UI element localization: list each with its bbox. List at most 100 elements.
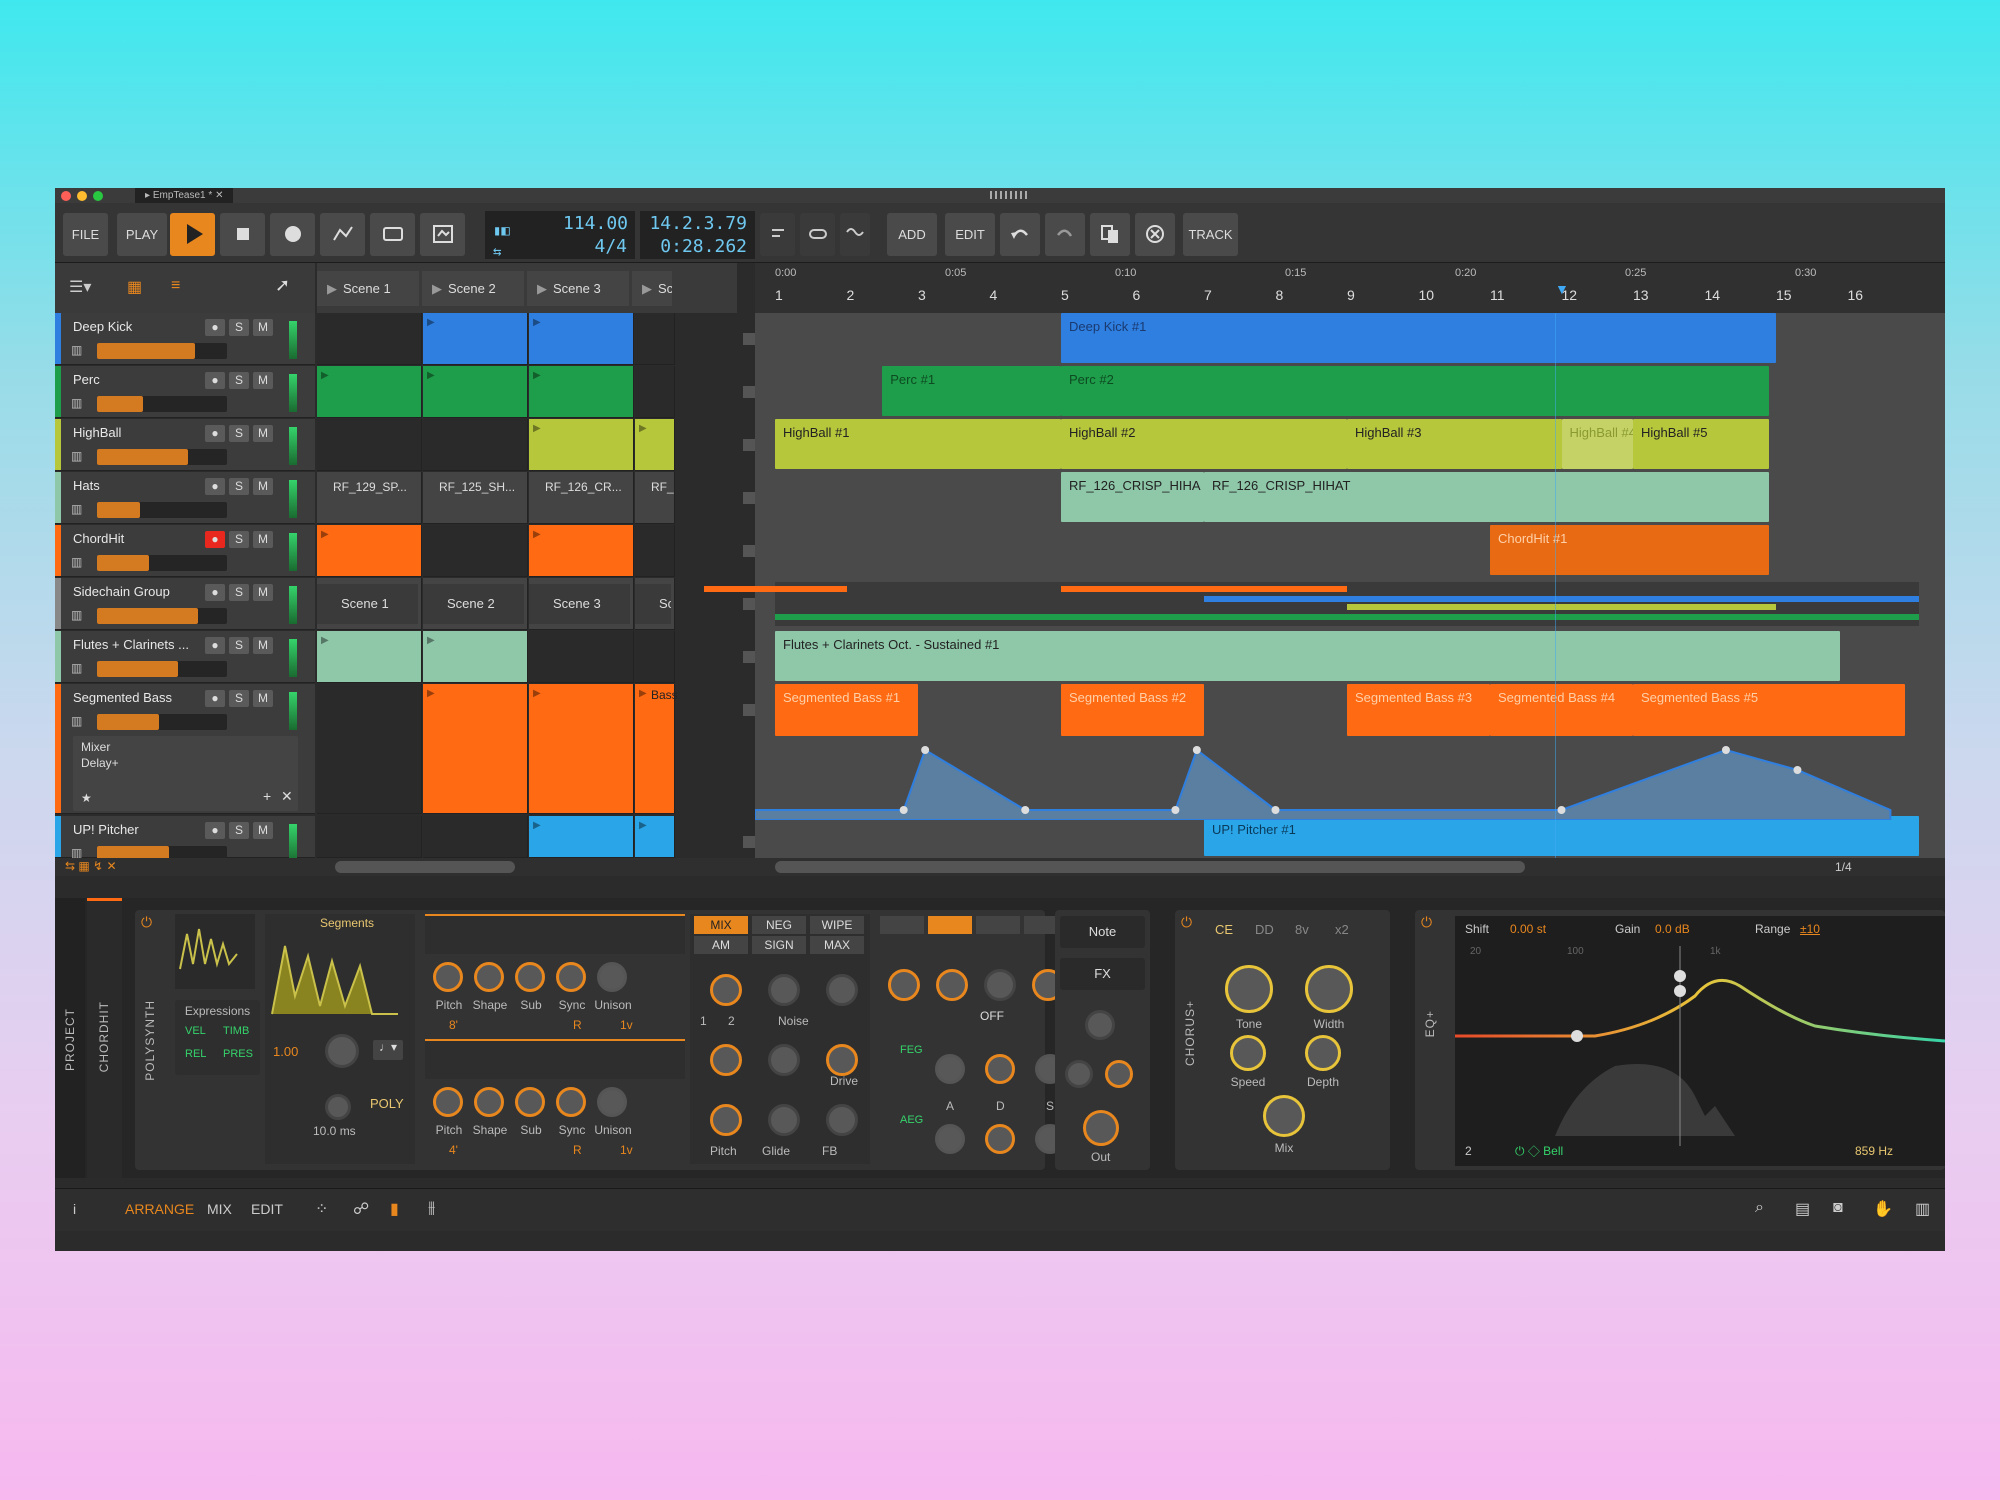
zoom-value[interactable]: 1/4: [1835, 860, 1852, 874]
arranger-view-icon[interactable]: ≡: [171, 277, 180, 295]
flutes-clip[interactable]: Flutes + Clarinets Oct. - Sustained #1: [775, 631, 1841, 681]
chorus-mode-button[interactable]: DD: [1255, 922, 1274, 937]
scene-header-3[interactable]: ▶ Scene 3: [527, 271, 629, 306]
mix-mode-button[interactable]: MIX: [694, 916, 748, 934]
launcher-slot[interactable]: [423, 525, 528, 577]
track-header[interactable]: Hats ● S M ▥: [55, 472, 315, 524]
fx-knob-1[interactable]: [1065, 1060, 1093, 1088]
hats-launcher-clip[interactable]: RF_: [635, 472, 675, 524]
launcher-slot[interactable]: ▶: [529, 816, 634, 858]
filter-knob[interactable]: [888, 969, 920, 1001]
note-length-select[interactable]: ♩▾: [373, 1040, 403, 1060]
solo-button[interactable]: S: [229, 637, 249, 654]
osc-knob[interactable]: [474, 962, 504, 992]
solo-button[interactable]: S: [229, 531, 249, 548]
solo-button[interactable]: S: [229, 425, 249, 442]
scene-header-1[interactable]: ▶ Scene 1: [317, 271, 419, 306]
play-menu-button[interactable]: PLAY: [117, 213, 167, 256]
record-arm-button[interactable]: ●: [205, 584, 225, 601]
envelope-knob[interactable]: [935, 1124, 965, 1154]
mixer-knob[interactable]: [826, 1104, 858, 1136]
deep-kick-clip[interactable]: Deep Kick #1: [1061, 313, 1776, 363]
clip-play-icon[interactable]: ▶: [533, 529, 541, 540]
volume-fader[interactable]: [97, 661, 227, 677]
mix-mode-button[interactable]: MAX: [810, 936, 864, 954]
glide-knob[interactable]: [325, 1034, 359, 1068]
highball-clip-1[interactable]: HighBall #1: [775, 419, 1061, 469]
solo-button[interactable]: S: [229, 690, 249, 707]
launcher-slot[interactable]: [317, 816, 422, 858]
automation-point[interactable]: [899, 806, 908, 814]
clip-play-icon[interactable]: ▶: [639, 688, 647, 699]
tempo-value[interactable]: 114.00: [563, 212, 628, 235]
undo-button[interactable]: [1000, 213, 1040, 256]
solo-button[interactable]: S: [229, 319, 249, 336]
stop-slot-icon[interactable]: [743, 651, 755, 663]
launcher-slot[interactable]: ▶: [635, 684, 675, 814]
position-display[interactable]: 14.2.3.79 0:28.262: [640, 211, 755, 259]
file-button[interactable]: FILE: [63, 213, 108, 256]
clip-play-icon[interactable]: ▶: [427, 635, 435, 646]
record-arm-button[interactable]: ●: [205, 822, 225, 839]
clip-play-icon[interactable]: ▶: [321, 370, 329, 381]
solo-button[interactable]: S: [229, 822, 249, 839]
maximize-window-button[interactable]: [93, 191, 103, 201]
launcher-slot[interactable]: ▶: [423, 684, 528, 814]
chorus-knob[interactable]: [1230, 1035, 1266, 1071]
osc-octave[interactable]: 4': [449, 1143, 458, 1157]
solo-button[interactable]: S: [229, 372, 249, 389]
hand-icon[interactable]: ✋: [1873, 1199, 1893, 1219]
osc-knob[interactable]: [556, 962, 586, 992]
record-button[interactable]: [270, 213, 315, 256]
chordhit-clip[interactable]: ChordHit #1: [1490, 525, 1769, 575]
chordhit-strip[interactable]: CHORDHIT: [87, 898, 122, 1178]
perc-clip-1[interactable]: Perc #1: [882, 366, 1061, 416]
launcher-slot[interactable]: [423, 419, 528, 471]
stop-slot-icon[interactable]: [743, 333, 755, 345]
automation-panel-icon[interactable]: ⁘: [315, 1199, 328, 1219]
clip-launcher-view-icon[interactable]: ▦: [127, 277, 142, 297]
mixer-knob[interactable]: [768, 974, 800, 1006]
mix-mode-button[interactable]: AM: [694, 936, 748, 954]
edit-view-tab[interactable]: EDIT: [251, 1201, 283, 1217]
launcher-slot[interactable]: ▶: [317, 366, 422, 418]
clip-play-icon[interactable]: ▶: [427, 317, 435, 328]
mixer-knob[interactable]: [826, 1044, 858, 1076]
perc-clip-2[interactable]: Perc #2: [1061, 366, 1769, 416]
timeline-ruler[interactable]: 0:00 0:05 0:10 0:15 0:20 0:25 0:30 1 2 3 4 5 6 7 8 9 10 1…: [755, 263, 1945, 313]
chorus-knob[interactable]: [1305, 965, 1353, 1013]
arrange-view-tab[interactable]: ARRANGE: [125, 1201, 194, 1217]
stop-slot-icon[interactable]: [743, 386, 755, 398]
chorus-mode-button[interactable]: 8v: [1295, 922, 1309, 937]
launcher-slot[interactable]: ▶: [529, 313, 634, 365]
clip-play-icon[interactable]: ▶: [321, 635, 329, 646]
clip-play-icon[interactable]: ▶: [533, 423, 541, 434]
osc-knob[interactable]: [597, 1087, 627, 1117]
project-strip[interactable]: PROJECT: [55, 898, 85, 1178]
track-header[interactable]: Flutes + Clarinets ... ● S M ▥: [55, 631, 315, 683]
filter-type-button[interactable]: [976, 916, 1020, 934]
launcher-scrollbar[interactable]: [335, 861, 515, 873]
record-arm-button[interactable]: ●: [205, 372, 225, 389]
record-arm-button[interactable]: ●: [205, 319, 225, 336]
record-arm-button[interactable]: ●: [205, 478, 225, 495]
pointer-tool-icon[interactable]: ➚: [275, 275, 290, 296]
scene-header-4[interactable]: ▶ Sce: [632, 271, 672, 306]
automation-curve[interactable]: [755, 748, 1892, 820]
glide-value[interactable]: 1.00: [273, 1044, 298, 1059]
mix-mode-button[interactable]: WIPE: [810, 916, 864, 934]
launcher-slot[interactable]: [635, 366, 675, 418]
record-arm-button[interactable]: ●: [205, 531, 225, 548]
launcher-slot[interactable]: ▶: [529, 684, 634, 814]
mix-mode-button[interactable]: NEG: [752, 916, 806, 934]
mixer-slot[interactable]: Mixer Delay+ ★ + ✕: [73, 736, 298, 811]
mixer-knob[interactable]: [768, 1104, 800, 1136]
bass-clip-2[interactable]: Segmented Bass #2: [1061, 684, 1204, 736]
sidechain-scene-clip[interactable]: Scene 2: [423, 584, 524, 624]
sidechain-scene-clip[interactable]: Scene 1: [317, 584, 418, 624]
stop-slot-icon[interactable]: [743, 545, 755, 557]
solo-button[interactable]: S: [229, 478, 249, 495]
clip-play-icon[interactable]: ▶: [533, 317, 541, 328]
clip-play-icon[interactable]: ▶: [639, 820, 647, 831]
follow-icon[interactable]: ⇆ ▦ ↯ ✕: [65, 859, 117, 873]
